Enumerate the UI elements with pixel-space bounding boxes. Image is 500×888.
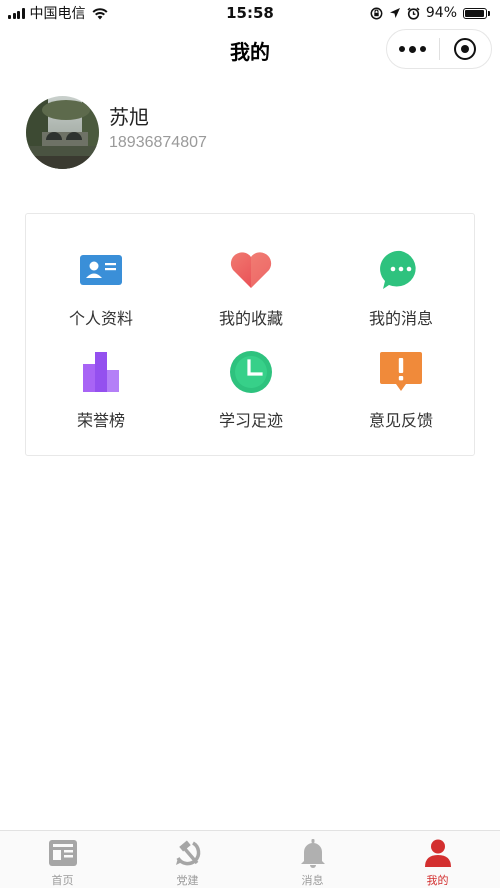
menu-label: 学习足迹 bbox=[218, 411, 283, 430]
clock-icon bbox=[227, 348, 275, 396]
tab-label: 消息 bbox=[301, 874, 324, 887]
status-bar: 中国电信 15:58 94% bbox=[0, 0, 500, 26]
status-left: 中国电信 bbox=[8, 3, 109, 23]
feedback-icon bbox=[377, 348, 425, 396]
menu-label: 个人资料 bbox=[68, 309, 133, 328]
tab-mine[interactable]: 我的 bbox=[375, 831, 500, 888]
user-name: 苏旭 bbox=[109, 105, 149, 129]
target-icon bbox=[454, 38, 477, 60]
wifi-icon bbox=[91, 7, 108, 19]
menu-item-learning-history[interactable]: 学习足迹 bbox=[176, 348, 326, 431]
tab-home[interactable]: 首页 bbox=[0, 831, 125, 888]
tab-label: 党建 bbox=[176, 874, 199, 887]
news-icon bbox=[47, 838, 79, 868]
profile-header[interactable]: 苏旭 18936874807 bbox=[26, 96, 207, 169]
menu-label: 意见反馈 bbox=[368, 411, 433, 430]
function-grid: 个人资料 我的收藏 我的消息 荣誉榜 学习足迹 意见反馈 bbox=[25, 213, 475, 456]
heart-icon bbox=[227, 246, 275, 294]
person-icon bbox=[422, 838, 454, 868]
close-mini-program-button[interactable] bbox=[440, 30, 492, 68]
tab-bar: 首页 党建 消息 我的 bbox=[0, 830, 500, 888]
hammer-sickle-icon bbox=[172, 838, 204, 868]
tab-label: 我的 bbox=[426, 874, 449, 887]
menu-item-honor-board[interactable]: 荣誉榜 bbox=[26, 348, 176, 431]
battery-percent: 94% bbox=[425, 5, 457, 21]
user-phone: 18936874807 bbox=[109, 134, 207, 151]
mini-program-capsule bbox=[386, 29, 492, 69]
bell-icon bbox=[297, 838, 329, 868]
menu-label: 荣誉榜 bbox=[76, 411, 125, 430]
more-dots-icon bbox=[399, 45, 427, 53]
location-icon bbox=[389, 8, 400, 18]
bar-chart-icon bbox=[77, 348, 125, 396]
tab-party-building[interactable]: 党建 bbox=[125, 831, 250, 888]
chat-bubble-icon bbox=[377, 246, 425, 294]
alarm-icon bbox=[407, 6, 420, 20]
avatar[interactable] bbox=[26, 96, 99, 169]
status-right: 94% bbox=[370, 5, 490, 21]
battery-fill bbox=[465, 9, 484, 17]
tab-messages[interactable]: 消息 bbox=[250, 831, 375, 888]
page-title: 我的 bbox=[230, 39, 270, 64]
nav-bar: 我的 bbox=[0, 26, 500, 74]
carrier-label: 中国电信 bbox=[29, 6, 86, 22]
rotation-lock-icon bbox=[370, 7, 383, 19]
tab-label: 首页 bbox=[51, 874, 74, 887]
signal-icon bbox=[8, 7, 25, 19]
menu-item-favorites[interactable]: 我的收藏 bbox=[176, 246, 326, 329]
menu-item-messages[interactable]: 我的消息 bbox=[326, 246, 476, 329]
battery-icon bbox=[463, 7, 490, 19]
profile-info: 苏旭 18936874807 bbox=[109, 96, 207, 154]
menu-label: 我的消息 bbox=[368, 309, 433, 328]
menu-label: 我的收藏 bbox=[218, 309, 283, 328]
menu-item-profile[interactable]: 个人资料 bbox=[26, 246, 176, 329]
avatar-photo bbox=[26, 96, 99, 169]
more-button[interactable] bbox=[387, 30, 439, 68]
menu-item-feedback[interactable]: 意见反馈 bbox=[326, 348, 476, 431]
id-card-icon bbox=[77, 246, 125, 294]
